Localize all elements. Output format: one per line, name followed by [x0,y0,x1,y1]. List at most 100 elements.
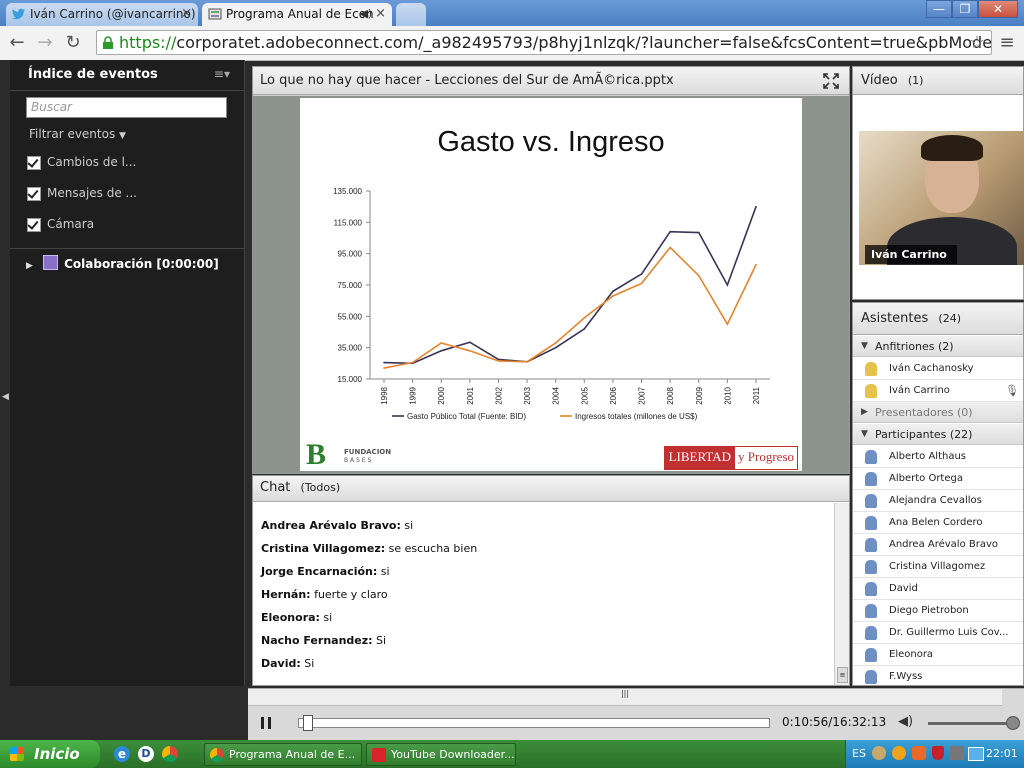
group-participants[interactable]: ▼ Participantes (22) [853,424,1023,445]
group-hosts[interactable]: ▼ Anfitriones (2) [853,336,1023,357]
group-presenters[interactable]: ▶ Presentadores (0) [853,402,1023,423]
reload-icon[interactable]: ↻ [62,32,84,54]
attendee-name: Diego Pietrobon [889,605,969,616]
attendee-row[interactable]: F.Wyss [853,666,1023,685]
attendee-row[interactable]: Alejandra Cevallos [853,490,1023,512]
attendee-row[interactable]: Iván Cachanosky [853,358,1023,380]
address-bar[interactable]: https://corporatet.adobeconnect.com/_a98… [96,30,992,55]
seek-handle[interactable] [303,715,314,731]
attendee-row[interactable]: David [853,578,1023,600]
scroll-grip-icon[interactable]: ≡ [837,667,848,683]
fullscreen-icon[interactable] [823,73,839,89]
maximize-button[interactable]: ❐ [952,0,978,18]
language-indicator[interactable]: ES [852,740,866,768]
chrome-icon[interactable] [162,746,178,762]
presentation-title: Lo que no hay que hacer - Lecciones del … [260,73,674,88]
attendee-row[interactable]: Eleonora [853,644,1023,666]
y-tick-label: 15.000 [338,375,363,384]
bookmark-star-icon[interactable]: ☆ [966,32,988,54]
shield-icon[interactable] [932,746,944,760]
attendee-row[interactable]: Ana Belen Cordero [853,512,1023,534]
event-filter-label: Cambios de l... [47,155,137,169]
volume-icon[interactable]: ◀) [898,714,913,729]
x-tick-label: 2000 [437,386,446,404]
x-tick-label: 1998 [380,386,389,404]
left-collapse-handle[interactable]: ◀ [0,60,10,686]
participant-user-icon [865,494,877,508]
chat-message: David: Si [261,657,315,670]
logo-subtext: B A S E S [344,457,372,464]
back-arrow-icon[interactable]: ← [6,32,28,54]
y-tick-label: 115.000 [334,218,363,227]
browser-tab-programa[interactable]: Programa Anual de Econ ◀) × [202,3,392,26]
tab-close-icon[interactable]: × [375,3,386,25]
tray-app-icon[interactable] [892,746,906,760]
collaboration-icon [43,255,59,270]
tray-arrow-icon[interactable] [872,746,886,760]
chat-scrollbar[interactable]: ≡ [834,503,849,685]
chat-message: Eleonora: si [261,611,333,624]
tray-app-icon[interactable] [912,746,926,760]
attendee-row[interactable]: Diego Pietrobon [853,600,1023,622]
attendee-row[interactable]: Iván Carrino 🎙 [853,380,1023,402]
participant-user-icon [865,626,877,640]
x-tick-label: 2005 [580,386,589,404]
pause-icon[interactable] [258,715,274,731]
x-tick-label: 2006 [609,386,618,404]
video-header: Vídeo (1) [853,67,1023,95]
taskbar-item-youtube-downloader[interactable]: YouTube Downloader... [366,743,516,766]
d-app-icon[interactable]: D [138,746,154,762]
checkbox-camara[interactable] [27,218,41,232]
chat-message: Nacho Fernandez: Si [261,634,387,647]
x-tick-label: 1999 [409,386,418,404]
filter-events-dropdown[interactable]: Filtrar eventos ▼ [29,127,126,141]
chat-scope[interactable]: (Todos) [301,481,341,494]
start-label: Inicio [34,745,80,763]
tray-app-icon[interactable] [950,746,964,760]
attendee-row[interactable]: Alberto Althaus [853,446,1023,468]
checkbox-mensajes[interactable] [27,187,41,201]
attendee-name: Alejandra Cevallos [889,495,982,506]
search-input[interactable]: Buscar [26,97,227,118]
attendee-row[interactable]: Dr. Guillermo Luis Cov... [853,622,1023,644]
series-point-0 [612,290,614,293]
series-point-1 [669,246,671,249]
series-point-1 [497,360,500,362]
new-tab-button[interactable] [396,3,426,26]
series-point-1 [726,323,729,325]
attendee-row[interactable]: Andrea Arévalo Bravo [853,534,1023,556]
participant-user-icon [865,670,877,684]
attendee-row[interactable]: Alberto Ortega [853,468,1023,490]
close-window-button[interactable]: ✕ [978,0,1018,18]
series-point-0 [669,230,671,233]
ie-icon[interactable]: e [114,746,130,762]
series-point-0 [554,346,557,349]
volume-slider[interactable] [928,722,1016,725]
panel-menu-icon[interactable]: ≡▾ [214,67,230,81]
collaboration-item[interactable]: ▶ Colaboración [0:00:00] [26,255,219,271]
expand-arrow-icon: ▼ [861,429,868,439]
volume-handle[interactable] [1006,716,1020,730]
browser-tab-twitter[interactable]: Iván Carrino (@ivancarrino) × [6,3,198,26]
attendee-row[interactable]: Cristina Villagomez [853,556,1023,578]
menu-icon[interactable]: ≡ [996,32,1018,54]
minimize-button[interactable]: — [926,0,952,18]
resize-handle[interactable]: ||| [248,689,1002,706]
checkbox-cambios[interactable] [27,156,41,170]
series-point-1 [383,367,385,369]
tab-close-icon[interactable]: × [181,3,192,25]
chat-header: Chat (Todos) [253,476,849,502]
expand-arrow-icon: ▶ [861,407,868,417]
series-point-0 [697,231,700,234]
seek-bar[interactable] [298,718,770,728]
start-button[interactable]: Inicio [0,740,100,768]
network-icon[interactable] [968,747,984,761]
forward-arrow-icon[interactable]: → [34,32,56,54]
lock-icon [103,36,113,49]
attendee-name: Cristina Villagomez [889,561,986,572]
chrome-icon [210,748,224,762]
series-point-1 [440,342,443,344]
chat-message: Cristina Villagomez: se escucha bien [261,542,478,555]
chat-title: Chat [260,480,291,495]
taskbar-item-chrome[interactable]: Programa Anual de E... [204,743,362,766]
